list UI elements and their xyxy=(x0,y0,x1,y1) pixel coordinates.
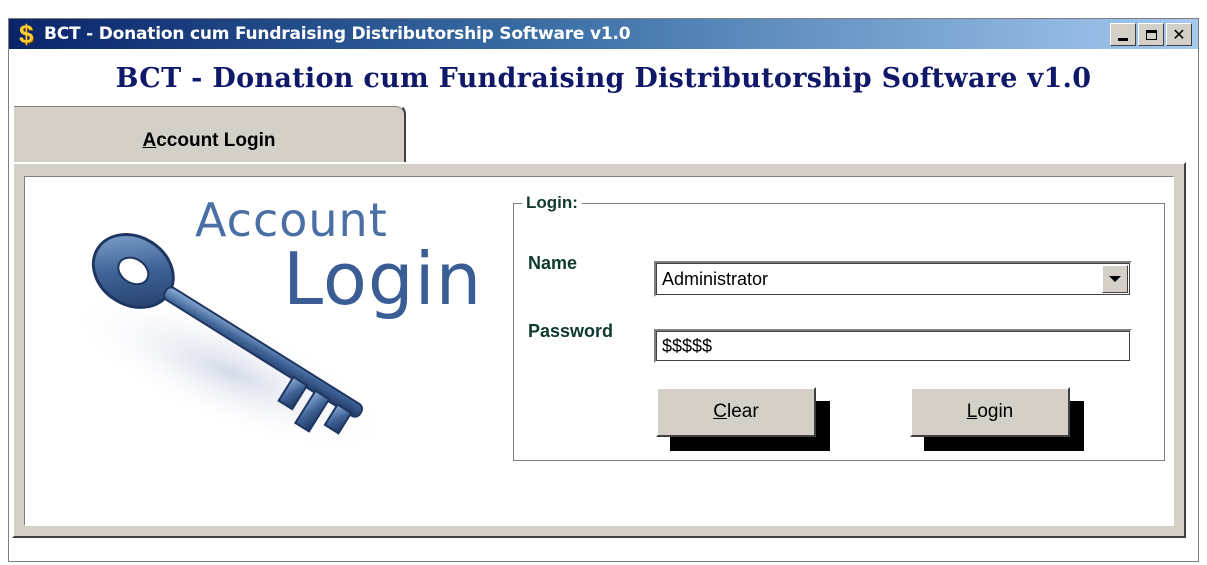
tab-label-mnemonic: A xyxy=(142,130,157,151)
title-bar[interactable]: $ BCT - Donation cum Fundraising Distrib… xyxy=(9,19,1198,49)
app-heading: BCT - Donation cum Fundraising Distribut… xyxy=(115,63,1092,94)
login-button[interactable]: Login xyxy=(910,387,1070,437)
name-select-value: Administrator xyxy=(662,269,769,289)
window-title: BCT - Donation cum Fundraising Distribut… xyxy=(44,24,631,44)
tab-label-rest: ccount Login xyxy=(156,130,276,151)
maximize-button[interactable] xyxy=(1138,23,1164,46)
art-word-login: Login xyxy=(283,237,483,321)
panel-content: Account Login Login: Name Administrator … xyxy=(24,176,1174,526)
clear-button-wrap: Clear xyxy=(656,387,830,451)
clear-mnemonic: C xyxy=(713,401,728,422)
minimize-icon xyxy=(1118,38,1128,41)
clear-label-rest: lear xyxy=(727,401,759,422)
minimize-button[interactable] xyxy=(1110,23,1136,46)
name-label: Name xyxy=(528,253,578,273)
login-group-label: Login: xyxy=(526,193,578,212)
login-label-rest: ogin xyxy=(977,401,1014,422)
clear-button[interactable]: Clear xyxy=(656,387,816,437)
tab-account-login[interactable]: Account Login xyxy=(12,104,406,164)
dropdown-button[interactable] xyxy=(1102,265,1128,293)
account-login-art: Account Login xyxy=(55,187,525,447)
password-label: Password xyxy=(528,321,614,341)
password-field[interactable]: $$$$$ xyxy=(654,329,1132,363)
login-mnemonic: L xyxy=(966,401,978,422)
dollar-icon: $ xyxy=(19,19,34,49)
window-controls: ✕ xyxy=(1108,23,1192,46)
login-button-wrap: Login xyxy=(910,387,1084,451)
close-button[interactable]: ✕ xyxy=(1166,23,1192,46)
login-group: Login: Name Administrator Password $$$$$… xyxy=(513,193,1165,461)
tab-panel: Account Login Login: Name Administrator … xyxy=(12,162,1186,538)
tab-label: Account Login xyxy=(14,130,404,152)
close-icon: ✕ xyxy=(1172,25,1186,44)
maximize-icon xyxy=(1145,29,1157,40)
chevron-down-icon xyxy=(1109,276,1121,282)
name-select[interactable]: Administrator xyxy=(654,261,1132,297)
